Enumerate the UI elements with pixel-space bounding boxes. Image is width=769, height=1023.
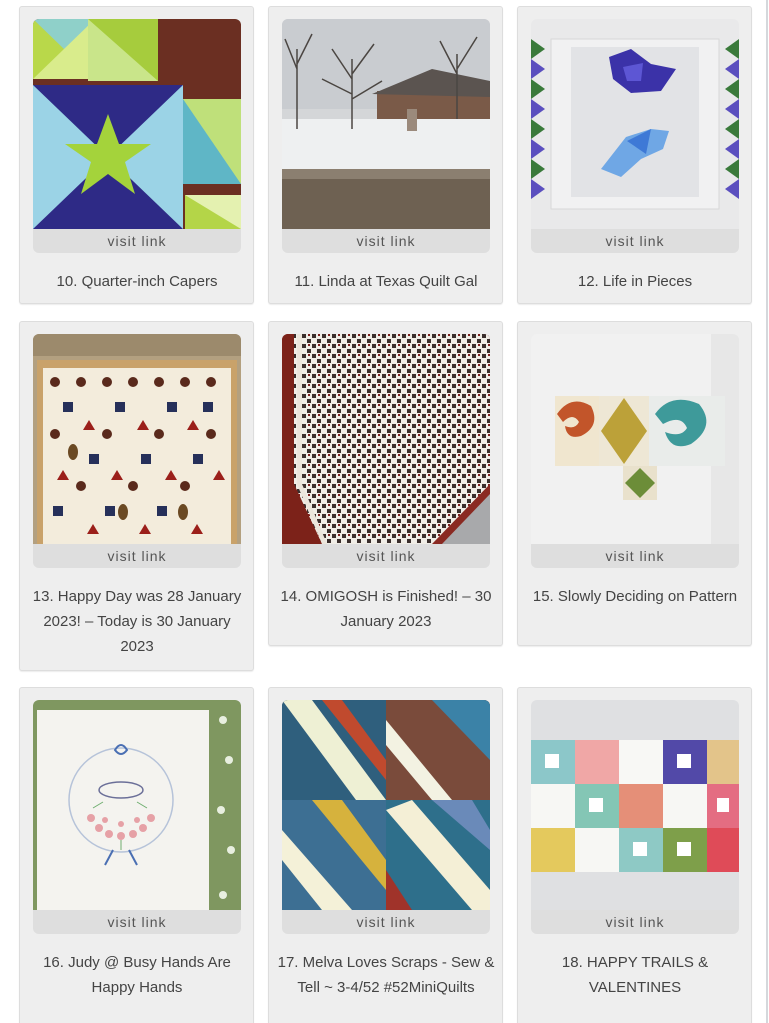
- link-thumbnail[interactable]: [531, 334, 739, 544]
- bluebird-quilt-image: [531, 19, 739, 229]
- quilt-star-blocks-image: [33, 19, 241, 229]
- link-thumbnail[interactable]: [282, 700, 490, 910]
- link-thumbnail[interactable]: [33, 334, 241, 544]
- floral-patchwork-blocks-image: [531, 700, 739, 910]
- page-edge-divider: [766, 0, 768, 1023]
- finished-red-quilt-image: [282, 334, 490, 544]
- scrap-string-blocks-image: [282, 700, 490, 910]
- snowy-yard-photo-image: [282, 19, 490, 229]
- link-card-15[interactable]: visit link 15. Slowly Deciding on Patter…: [517, 321, 752, 646]
- sampler-quilt-image: [33, 334, 241, 544]
- link-card-13[interactable]: visit link 13. Happy Day was 28 January …: [19, 321, 254, 671]
- visit-link-button[interactable]: visit link: [282, 910, 490, 934]
- visit-link-button[interactable]: visit link: [282, 544, 490, 568]
- visit-link-button[interactable]: visit link: [531, 910, 739, 934]
- visit-link-button[interactable]: visit link: [531, 544, 739, 568]
- link-title[interactable]: 12. Life in Pieces: [524, 269, 746, 294]
- link-card-12[interactable]: visit link 12. Life in Pieces: [517, 6, 752, 304]
- link-thumbnail[interactable]: [33, 700, 241, 910]
- visit-link-button[interactable]: visit link: [33, 229, 241, 253]
- link-card-18[interactable]: visit link 18. HAPPY TRAILS & VALENTINES: [517, 687, 752, 1023]
- link-title[interactable]: 14. OMIGOSH is Finished! – 30 January 20…: [275, 584, 497, 634]
- visit-link-button[interactable]: visit link: [531, 229, 739, 253]
- link-title[interactable]: 10. Quarter-inch Capers: [26, 269, 248, 294]
- link-title[interactable]: 15. Slowly Deciding on Pattern: [524, 584, 746, 609]
- link-thumbnail[interactable]: [282, 19, 490, 229]
- link-title[interactable]: 13. Happy Day was 28 January 2023! – Tod…: [26, 584, 248, 659]
- link-gallery: visit link 10. Quarter-inch Capers visit…: [0, 0, 769, 1023]
- link-title[interactable]: 17. Melva Loves Scraps - Sew & Tell ~ 3-…: [275, 950, 497, 1000]
- link-title[interactable]: 11. Linda at Texas Quilt Gal: [275, 269, 497, 294]
- swirl-blocks-on-wall-image: [531, 334, 739, 544]
- link-thumbnail[interactable]: [33, 19, 241, 229]
- link-card-17[interactable]: visit link 17. Melva Loves Scraps - Sew …: [268, 687, 503, 1023]
- visit-link-button[interactable]: visit link: [33, 910, 241, 934]
- link-card-11[interactable]: visit link 11. Linda at Texas Quilt Gal: [268, 6, 503, 304]
- embroidered-october-wreath-image: [33, 700, 241, 910]
- link-thumbnail[interactable]: [531, 19, 739, 229]
- link-thumbnail[interactable]: [282, 334, 490, 544]
- visit-link-button[interactable]: visit link: [33, 544, 241, 568]
- link-thumbnail[interactable]: [531, 700, 739, 910]
- link-card-16[interactable]: visit link 16. Judy @ Busy Hands Are Hap…: [19, 687, 254, 1023]
- link-title[interactable]: 16. Judy @ Busy Hands Are Happy Hands: [26, 950, 248, 1000]
- link-title[interactable]: 18. HAPPY TRAILS & VALENTINES: [524, 950, 746, 1000]
- link-card-14[interactable]: visit link 14. OMIGOSH is Finished! – 30…: [268, 321, 503, 646]
- visit-link-button[interactable]: visit link: [282, 229, 490, 253]
- link-card-10[interactable]: visit link 10. Quarter-inch Capers: [19, 6, 254, 304]
